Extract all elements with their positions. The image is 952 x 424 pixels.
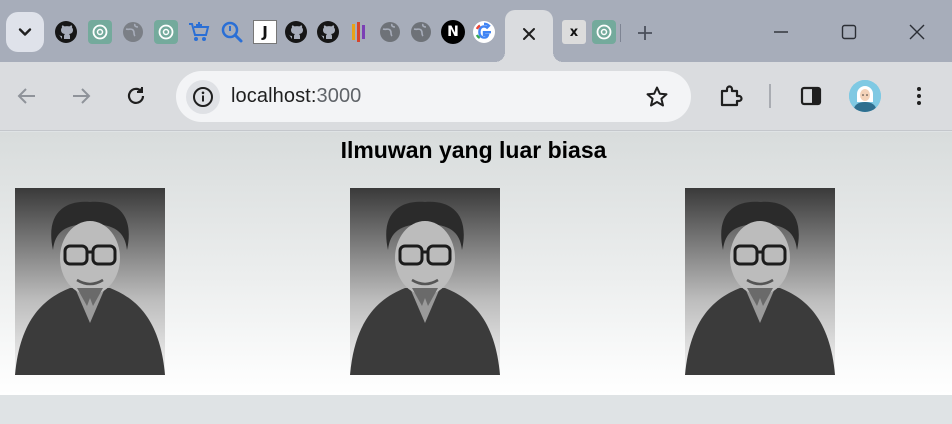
profile-avatar-icon bbox=[849, 80, 881, 112]
minimize-button[interactable] bbox=[766, 17, 796, 47]
j-tab-icon[interactable]: J bbox=[253, 20, 277, 44]
page-bottom-area bbox=[0, 395, 952, 424]
scientist-photo-icon bbox=[350, 188, 500, 375]
puzzle-icon bbox=[720, 85, 743, 107]
x-tab-label: x bbox=[569, 24, 579, 40]
search-icon[interactable] bbox=[220, 20, 244, 44]
active-tab[interactable] bbox=[495, 10, 563, 62]
close-window-button[interactable] bbox=[902, 17, 932, 47]
scientist-photo bbox=[685, 188, 835, 375]
github-icon[interactable] bbox=[316, 20, 340, 44]
globe-icon[interactable] bbox=[121, 20, 145, 44]
site-info-button[interactable] bbox=[186, 80, 220, 114]
info-icon bbox=[193, 87, 213, 107]
back-button[interactable] bbox=[10, 79, 44, 113]
bars-logo-icon[interactable] bbox=[347, 20, 371, 44]
star-icon bbox=[646, 86, 668, 107]
google-icon[interactable] bbox=[472, 20, 496, 44]
side-panel-icon bbox=[800, 86, 822, 106]
tab-close-button[interactable] bbox=[517, 22, 541, 46]
arrow-right-icon bbox=[73, 88, 91, 104]
chatgpt-icon[interactable] bbox=[154, 20, 178, 44]
side-panel-button[interactable] bbox=[794, 79, 828, 113]
kebab-menu-icon bbox=[917, 87, 921, 105]
page-content: Ilmuwan yang luar biasa bbox=[0, 132, 952, 395]
tab-strip: J N x bbox=[0, 0, 952, 62]
globe-icon[interactable] bbox=[409, 20, 433, 44]
arrow-left-icon bbox=[17, 88, 35, 104]
chevron-down-icon bbox=[18, 28, 32, 36]
cart-icon[interactable] bbox=[187, 20, 211, 44]
menu-button[interactable] bbox=[902, 79, 936, 113]
globe-icon[interactable] bbox=[378, 20, 402, 44]
github-icon[interactable] bbox=[54, 20, 78, 44]
address-bar[interactable]: localhost:3000 bbox=[176, 71, 691, 122]
page-title: Ilmuwan yang luar biasa bbox=[340, 137, 607, 163]
scientist-photo bbox=[350, 188, 500, 375]
plus-icon bbox=[638, 26, 652, 40]
nextjs-icon[interactable]: N bbox=[441, 20, 465, 44]
close-icon bbox=[909, 24, 925, 40]
maximize-button[interactable] bbox=[834, 17, 864, 47]
avatar[interactable] bbox=[849, 80, 881, 112]
chatgpt-icon[interactable] bbox=[88, 20, 112, 44]
url-text[interactable]: localhost:3000 bbox=[231, 85, 361, 108]
minimize-icon bbox=[774, 31, 788, 33]
next-tab-label: N bbox=[447, 24, 459, 40]
toolbar-divider bbox=[769, 84, 771, 108]
reload-icon bbox=[127, 87, 145, 104]
forward-button[interactable] bbox=[64, 79, 98, 113]
browser-toolbar: localhost:3000 bbox=[0, 62, 952, 131]
j-tab-label: J bbox=[262, 23, 268, 41]
extensions-button[interactable] bbox=[714, 79, 748, 113]
bookmark-button[interactable] bbox=[643, 83, 671, 111]
tab-search-button[interactable] bbox=[6, 12, 44, 52]
scientist-photo-icon bbox=[685, 188, 835, 375]
url-port: 3000 bbox=[316, 85, 362, 107]
chatgpt-icon[interactable] bbox=[592, 20, 616, 44]
close-icon bbox=[523, 28, 535, 40]
scientist-photo bbox=[15, 188, 165, 375]
reload-button[interactable] bbox=[119, 79, 153, 113]
url-host: localhost: bbox=[231, 85, 317, 107]
new-tab-button[interactable] bbox=[632, 20, 658, 46]
github-icon[interactable] bbox=[284, 20, 308, 44]
x-tab-icon[interactable]: x bbox=[562, 20, 586, 44]
tab-divider bbox=[620, 24, 621, 42]
scientist-photo-icon bbox=[15, 188, 165, 375]
maximize-icon bbox=[841, 24, 857, 40]
